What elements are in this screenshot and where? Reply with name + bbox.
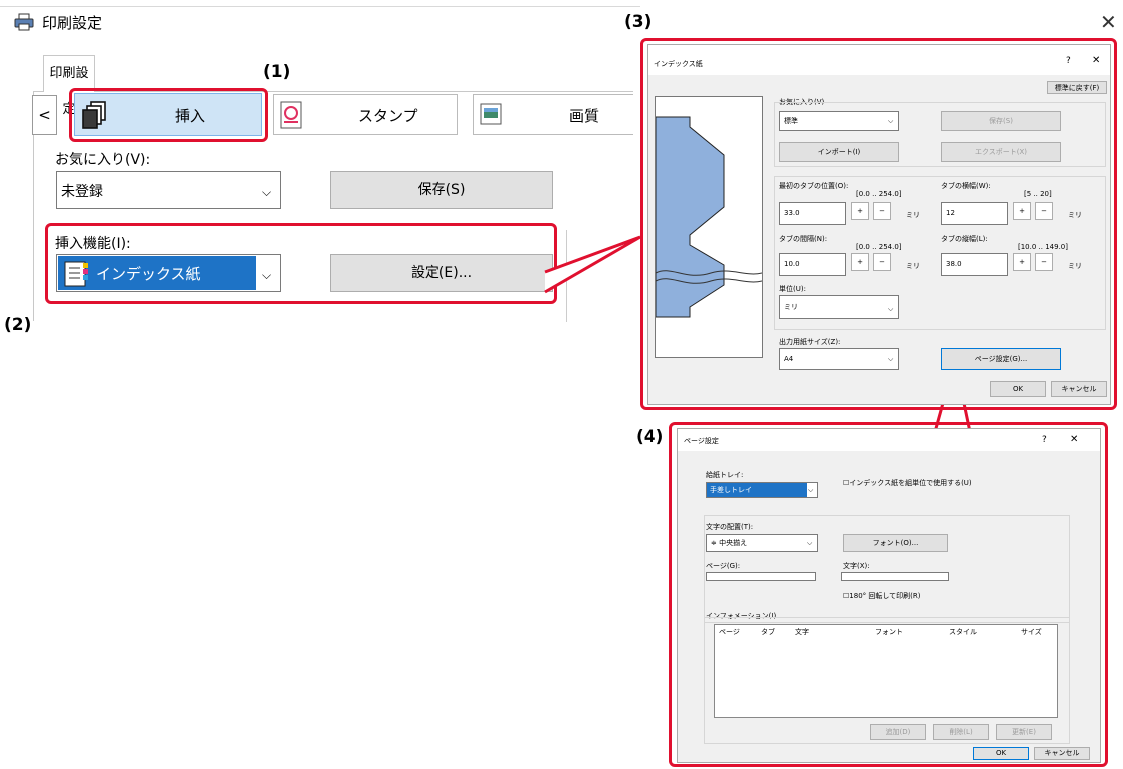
- page-setup-dialog: ページ設定 ? ✕ 給紙トレイ: 手差しトレイ ⌵ ☐インデックス紙を組単位で使…: [677, 428, 1101, 763]
- tab-width-input[interactable]: 12: [941, 202, 1008, 225]
- align-center-icon: ≑: [711, 539, 720, 547]
- chevron-down-icon: ⌵: [888, 355, 894, 363]
- rotate-checkbox[interactable]: ☐180° 回転して印刷(R): [843, 591, 920, 601]
- unit-value: ミリ: [784, 303, 798, 311]
- index-ok-button[interactable]: OK: [990, 381, 1046, 397]
- unit-label: 単位(U):: [779, 285, 806, 293]
- col-text: 文字: [795, 628, 809, 636]
- page-ok-button[interactable]: OK: [973, 747, 1029, 760]
- tab-gap-label: タブの間隔(N):: [779, 235, 828, 243]
- tab-gap-input[interactable]: 10.0: [779, 253, 846, 276]
- col-font: フォント: [875, 628, 903, 636]
- paper-size-select[interactable]: A4 ⌵: [779, 348, 899, 370]
- update-button[interactable]: 更新(E): [996, 724, 1052, 740]
- index-save-button[interactable]: 保存(S): [941, 111, 1061, 131]
- tab-height-unit: ミリ: [1068, 262, 1082, 270]
- index-paper-dialog: インデックス紙 ? ✕ 標準に戻す(F) お気に入り(V) 標準 ⌵ 保存(S) …: [647, 44, 1111, 405]
- col-style: スタイル: [949, 628, 977, 636]
- tray-value: 手差しトレイ: [710, 486, 752, 494]
- reset-defaults-button[interactable]: 標準に戻す(F): [1047, 81, 1107, 94]
- close-icon[interactable]: ✕: [1092, 55, 1100, 66]
- add-button[interactable]: 追加(D): [870, 724, 926, 740]
- page-setup-button[interactable]: ページ設定(G)...: [941, 348, 1061, 370]
- chevron-down-icon: ⌵: [888, 305, 894, 313]
- text-group: [704, 515, 1070, 623]
- text-position-select[interactable]: ≑ 中央揃え ⌵: [706, 534, 818, 552]
- chevron-down-icon: ⌵: [888, 117, 894, 125]
- help-icon[interactable]: ?: [1042, 435, 1047, 445]
- index-favorites-value: 標準: [784, 117, 798, 125]
- info-list[interactable]: ページ タブ 文字 フォント スタイル サイズ: [714, 624, 1058, 718]
- index-dialog-title: インデックス紙: [654, 60, 703, 68]
- first-tab-minus-button[interactable]: −: [873, 202, 891, 220]
- tab-width-unit: ミリ: [1068, 211, 1082, 219]
- paper-size-value: A4: [784, 355, 794, 363]
- col-page: ページ: [719, 628, 740, 636]
- first-tab-input[interactable]: 33.0: [779, 202, 846, 225]
- text-position-value: 中央揃え: [719, 539, 748, 547]
- tab-height-range: [10.0 .. 149.0]: [1018, 243, 1068, 251]
- col-size: サイズ: [1021, 628, 1042, 636]
- index-cancel-button[interactable]: キャンセル: [1051, 381, 1107, 397]
- paper-size-label: 出力用紙サイズ(Z):: [779, 338, 841, 346]
- tray-selected: 手差しトレイ: [707, 483, 807, 497]
- tab-width-range: [5 .. 20]: [1024, 190, 1052, 198]
- help-icon[interactable]: ?: [1066, 56, 1071, 66]
- tab-gap-unit: ミリ: [906, 262, 920, 270]
- tab-height-plus-button[interactable]: +: [1013, 253, 1031, 271]
- page-label: ページ(G):: [706, 562, 741, 570]
- tab-preview: [655, 96, 763, 358]
- tab-height-input[interactable]: 38.0: [941, 253, 1008, 276]
- first-tab-label: 最初のタブの位置(O):: [779, 182, 849, 190]
- chevron-down-icon: ⌵: [808, 486, 814, 494]
- chevron-down-icon: ⌵: [807, 539, 813, 547]
- tab-preview-diagram: [655, 116, 763, 318]
- close-icon[interactable]: ✕: [1070, 434, 1078, 445]
- text-input[interactable]: [841, 572, 949, 581]
- import-button[interactable]: インポート(I): [779, 142, 899, 162]
- font-button[interactable]: フォント(O)...: [843, 534, 948, 552]
- page-cancel-button[interactable]: キャンセル: [1034, 747, 1090, 760]
- first-tab-unit: ミリ: [906, 211, 920, 219]
- delete-button[interactable]: 削除(L): [933, 724, 989, 740]
- index-dialog-body: 標準に戻す(F) お気に入り(V) 標準 ⌵ 保存(S) インポート(I) エクス…: [648, 75, 1110, 404]
- tab-width-minus-button[interactable]: −: [1035, 202, 1053, 220]
- tab-width-plus-button[interactable]: +: [1013, 202, 1031, 220]
- set-unit-label: インデックス紙を組単位で使用する(U): [849, 479, 972, 487]
- col-tab: タブ: [761, 628, 775, 636]
- tab-height-label: タブの縦幅(L):: [941, 235, 988, 243]
- tab-height-minus-button[interactable]: −: [1035, 253, 1053, 271]
- text-position-label: 文字の配置(T):: [706, 523, 754, 531]
- tab-gap-range: [0.0 .. 254.0]: [856, 243, 902, 251]
- tab-gap-plus-button[interactable]: +: [851, 253, 869, 271]
- page-dialog-title: ページ設定: [684, 437, 719, 445]
- page-input[interactable]: [706, 572, 816, 581]
- page-dialog-body: 給紙トレイ: 手差しトレイ ⌵ ☐インデックス紙を組単位で使用する(U) 文字の…: [678, 451, 1100, 762]
- first-tab-range: [0.0 .. 254.0]: [856, 190, 902, 198]
- tray-label: 給紙トレイ:: [706, 471, 744, 479]
- set-unit-checkbox[interactable]: ☐インデックス紙を組単位で使用する(U): [843, 478, 972, 488]
- tab-width-label: タブの横幅(W):: [941, 182, 991, 190]
- text-label: 文字(X):: [843, 562, 870, 570]
- first-tab-plus-button[interactable]: +: [851, 202, 869, 220]
- unit-select[interactable]: ミリ ⌵: [779, 295, 899, 319]
- export-button[interactable]: エクスポート(X): [941, 142, 1061, 162]
- tab-gap-minus-button[interactable]: −: [873, 253, 891, 271]
- tray-select[interactable]: 手差しトレイ ⌵: [706, 482, 818, 498]
- index-favorites-select[interactable]: 標準 ⌵: [779, 111, 899, 131]
- rotate-label: 180° 回転して印刷(R): [849, 592, 921, 600]
